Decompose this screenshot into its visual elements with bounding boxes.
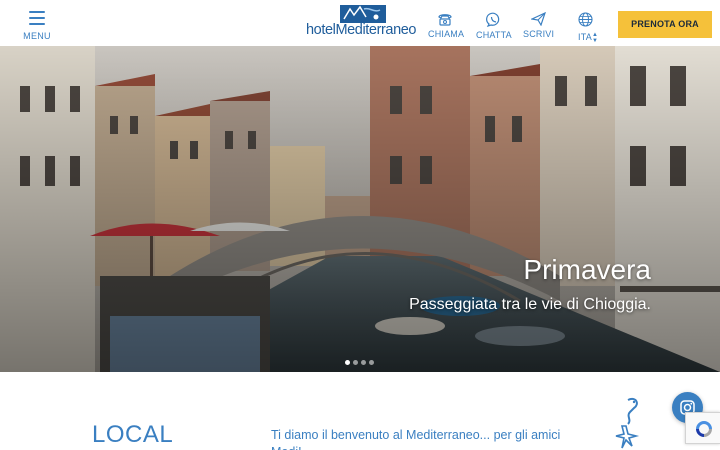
slider-dot[interactable]: [369, 360, 374, 365]
site-header: MENU hotelMediterraneo CHIAMA CHATTA SCR…: [0, 0, 720, 46]
chat-label: CHATTA: [476, 30, 512, 40]
menu-label: MENU: [23, 31, 51, 41]
language-selector[interactable]: ITA ▲ ▼: [570, 12, 600, 45]
globe-icon: [577, 12, 593, 27]
chat-button[interactable]: CHATTA: [476, 12, 512, 40]
language-label: ITA: [578, 32, 592, 42]
recaptcha-badge[interactable]: [685, 412, 720, 444]
hero-title: Primavera: [523, 254, 651, 285]
hotel-logo[interactable]: hotelMediterraneo: [306, 5, 422, 38]
call-label: CHIAMA: [428, 29, 465, 39]
recaptcha-icon: [696, 421, 712, 437]
slider-pagination: [345, 352, 377, 365]
hero-slider: Primavera Passeggiata tra le vie di Chio…: [0, 46, 720, 372]
whatsapp-icon: [485, 12, 499, 27]
write-label: SCRIVI: [523, 29, 555, 39]
write-button[interactable]: SCRIVI: [523, 12, 555, 39]
call-button[interactable]: CHIAMA: [428, 12, 465, 39]
hero-subtitle: Passeggiata tra le vie di Chioggia.: [409, 296, 651, 313]
logo-wordmark: hotelMediterraneo: [306, 22, 417, 38]
paper-plane-icon: [530, 12, 546, 26]
sort-caret-icon: ▲ ▼: [592, 32, 598, 44]
slider-dot[interactable]: [361, 360, 366, 365]
menu-button[interactable]: MENU: [22, 11, 52, 43]
section-heading: LOCAL: [92, 421, 174, 448]
hamburger-icon: [29, 11, 45, 25]
phone-icon: [438, 14, 452, 26]
seahorse-starfish-icon: [615, 398, 640, 449]
logo-mark-icon: [340, 5, 386, 23]
welcome-text: Ti diamo il benvenuto al Mediterraneo...…: [271, 428, 561, 450]
slider-dot[interactable]: [353, 360, 358, 365]
slider-dot[interactable]: [345, 360, 350, 365]
hero-image: [0, 46, 720, 372]
book-now-button[interactable]: PRENOTA ORA: [618, 11, 712, 38]
